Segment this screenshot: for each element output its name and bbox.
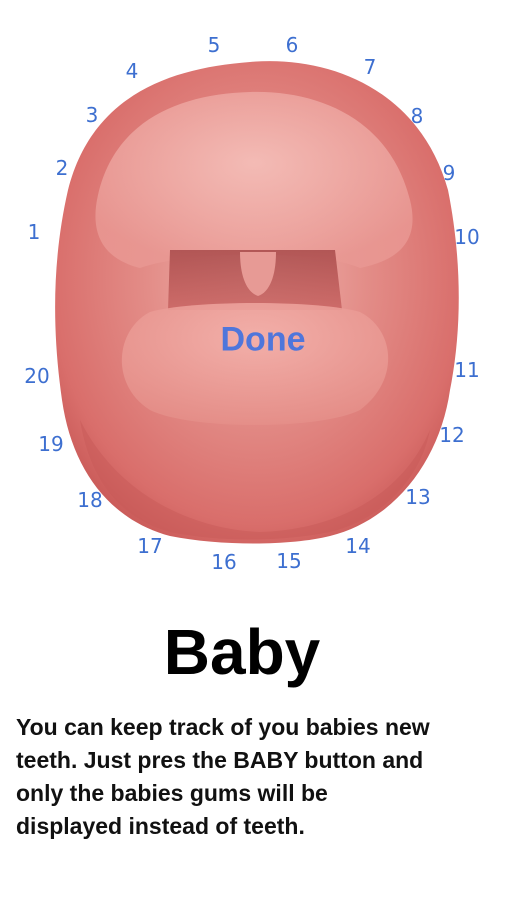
tooth-number-15[interactable]: 15: [272, 547, 305, 575]
done-button[interactable]: Done: [221, 321, 306, 360]
mouth-diagram: 1 2 3 4 5 6 7 8 9 10 11 12 13 14 15 16 1…: [0, 0, 507, 600]
tooth-number-20[interactable]: 20: [20, 362, 53, 390]
tooth-number-17[interactable]: 17: [133, 532, 166, 560]
tooth-number-14[interactable]: 14: [341, 532, 374, 560]
tooth-number-9[interactable]: 9: [439, 159, 460, 187]
tooth-number-7[interactable]: 7: [360, 53, 381, 81]
tooth-number-1[interactable]: 1: [24, 218, 45, 246]
tooth-number-18[interactable]: 18: [73, 486, 106, 514]
page-title: Baby: [163, 616, 321, 688]
tooth-number-5[interactable]: 5: [204, 31, 225, 59]
tooth-number-19[interactable]: 19: [34, 430, 67, 458]
tooth-number-12[interactable]: 12: [435, 421, 468, 449]
tooth-number-3[interactable]: 3: [82, 101, 103, 129]
tooth-number-13[interactable]: 13: [401, 483, 434, 511]
tooth-number-6[interactable]: 6: [282, 31, 303, 59]
tooth-number-2[interactable]: 2: [52, 154, 73, 182]
tooth-number-8[interactable]: 8: [407, 102, 428, 130]
tooth-number-4[interactable]: 4: [122, 57, 143, 85]
tooth-number-10[interactable]: 10: [450, 223, 483, 251]
description-text: You can keep track of you babies new tee…: [16, 714, 430, 839]
tooth-number-11[interactable]: 11: [450, 356, 483, 384]
tooth-number-16[interactable]: 16: [207, 548, 240, 576]
